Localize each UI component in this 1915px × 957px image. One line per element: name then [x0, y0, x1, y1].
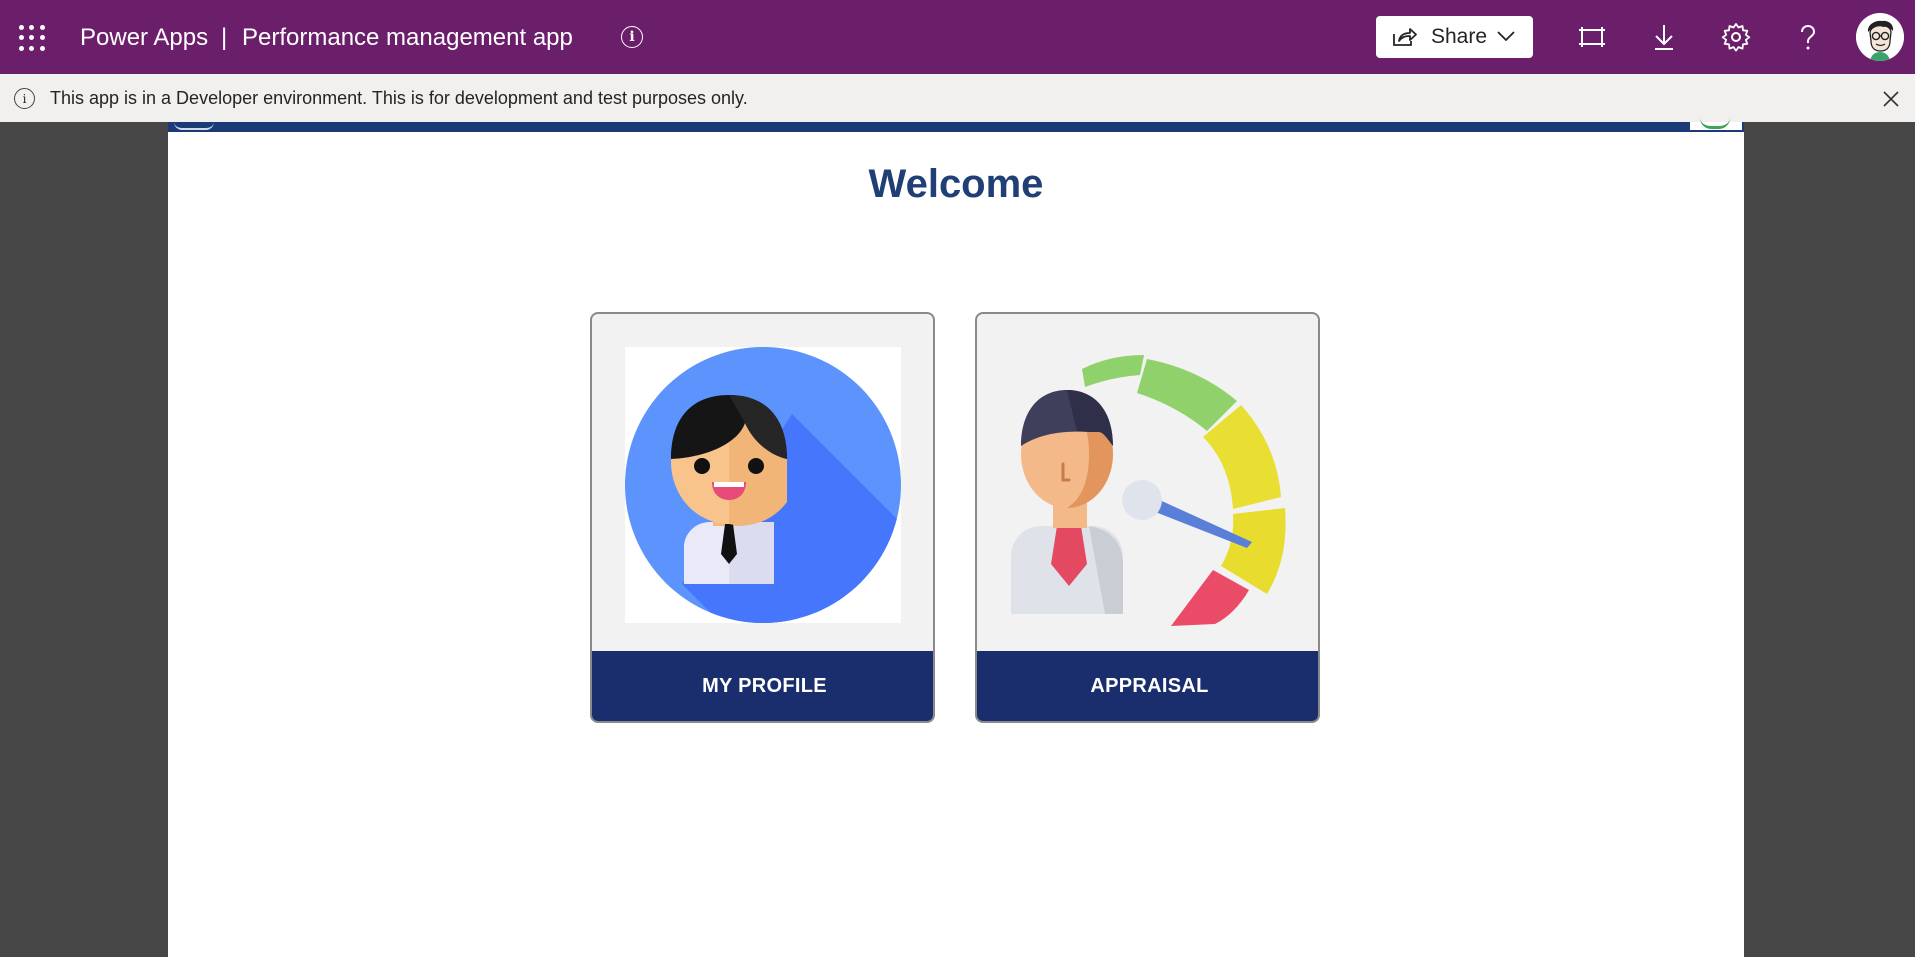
share-icon — [1393, 28, 1417, 46]
appraisal-gauge-icon — [1011, 355, 1286, 626]
help-icon[interactable] — [1792, 21, 1824, 53]
my-profile-label: MY PROFILE — [592, 651, 933, 721]
share-label: Share — [1431, 25, 1488, 48]
share-button[interactable]: Share — [1376, 16, 1533, 58]
app-name[interactable]: Power Apps — [80, 22, 208, 54]
profile-person-icon — [625, 347, 901, 623]
download-icon[interactable] — [1648, 21, 1680, 53]
app-canvas: Welcome MY PROFILE APPRAISAL — [168, 122, 1744, 957]
app-header: Power Apps | Performance management app … — [0, 0, 1915, 74]
avatar-face-icon — [1856, 13, 1904, 61]
banner-info-icon: i — [14, 88, 35, 109]
banner-message: This app is in a Developer environment. … — [50, 88, 748, 108]
appraisal-label: APPRAISAL — [977, 651, 1318, 721]
app-info-icon[interactable]: i — [621, 26, 643, 48]
title-separator: | — [221, 24, 228, 51]
welcome-heading: Welcome — [868, 162, 1044, 206]
user-avatar[interactable] — [1856, 13, 1904, 61]
my-profile-card[interactable]: MY PROFILE — [590, 312, 935, 723]
banner-close-icon[interactable] — [1880, 88, 1902, 110]
appraisal-card[interactable]: APPRAISAL — [975, 312, 1320, 723]
settings-gear-icon[interactable] — [1720, 21, 1752, 53]
app-title: Performance management app — [242, 24, 573, 51]
developer-environment-banner: i This app is in a Developer environment… — [0, 74, 1915, 122]
app-launcher-waffle-icon[interactable] — [19, 25, 45, 51]
canvas-top-strip — [168, 122, 1744, 132]
fit-to-screen-icon[interactable] — [1576, 21, 1608, 53]
chevron-down-icon — [1497, 31, 1515, 42]
strip-left-logo — [174, 122, 214, 130]
strip-right-logo — [1690, 122, 1742, 130]
